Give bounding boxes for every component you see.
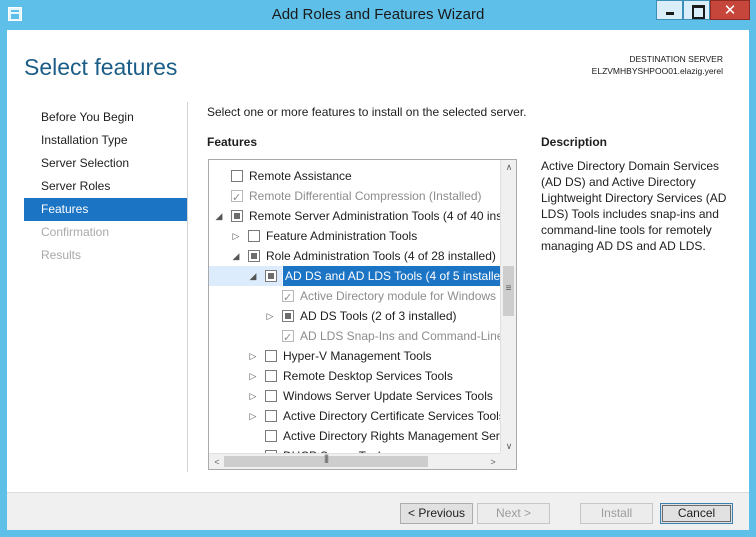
expand-arrow-icon[interactable]: ▷ [247, 346, 259, 366]
previous-button[interactable]: < Previous [400, 503, 473, 524]
expand-arrow-icon[interactable]: ▷ [247, 406, 259, 426]
nav-item-features[interactable]: Features [24, 198, 187, 221]
minimize-button[interactable] [656, 0, 683, 20]
cancel-button[interactable]: Cancel [660, 503, 733, 524]
feature-tree-item[interactable]: ◢ Role Administration Tools (4 of 28 inst… [209, 246, 501, 266]
feature-label: Role Administration Tools (4 of 28 insta… [266, 249, 496, 263]
feature-checkbox [282, 328, 294, 348]
feature-tree-item[interactable]: Remote Differential Compression (Install… [209, 186, 501, 208]
scrollbar-corner [500, 453, 516, 469]
feature-label: Active Directory Rights Management Servi… [283, 429, 515, 443]
scroll-right-icon[interactable]: > [485, 455, 501, 469]
destination-server-name: ELZVMHBYSHPOO01.elazig.yerel [591, 66, 723, 76]
feature-label: Active Directory module for Windows Po [300, 289, 515, 303]
feature-label: Windows Server Update Services Tools [283, 389, 493, 403]
feature-checkbox[interactable] [265, 350, 277, 362]
feature-checkbox[interactable] [248, 230, 260, 242]
feature-label: Remote Differential Compression (Install… [249, 189, 482, 203]
feature-checkbox [231, 188, 243, 208]
feature-label: AD LDS Snap-Ins and Command-Line To [300, 329, 517, 343]
wizard-body: Select features DESTINATION SERVER ELZVM… [7, 30, 749, 530]
feature-label: Remote Desktop Services Tools [283, 369, 453, 383]
button-bar: < Previous Next > Install Cancel [7, 492, 749, 530]
feature-checkbox[interactable] [265, 410, 277, 422]
feature-label: Active Directory Certificate Services To… [283, 409, 505, 423]
vertical-scroll-thumb[interactable] [503, 266, 514, 316]
feature-tree-item[interactable]: ▷ AD DS Tools (2 of 3 installed) [209, 306, 501, 326]
feature-label: Remote Assistance [249, 169, 352, 183]
window-title: Add Roles and Features Wizard [271, 6, 485, 23]
scroll-left-icon[interactable]: < [209, 455, 225, 469]
feature-label: Feature Administration Tools [266, 229, 418, 243]
collapse-arrow-icon[interactable]: ◢ [247, 266, 259, 286]
description-text: Active Directory Domain Services (AD DS)… [541, 159, 727, 253]
collapse-arrow-icon[interactable]: ◢ [230, 246, 242, 266]
feature-tree-item[interactable]: ▷ Hyper-V Management Tools [209, 346, 501, 366]
feature-tree-item[interactable]: Active Directory Rights Management Servi… [209, 426, 514, 446]
feature-checkbox[interactable] [231, 170, 243, 182]
nav-item-results: Results [41, 248, 82, 262]
nav-item-confirmation: Confirmation [41, 225, 110, 239]
feature-label: AD DS and AD LDS Tools (4 of 5 installed… [282, 265, 514, 287]
feature-checkbox[interactable] [231, 210, 243, 222]
horizontal-scrollbar[interactable]: < > [209, 453, 516, 469]
feature-checkbox[interactable] [265, 270, 277, 282]
feature-label: AD DS Tools (2 of 3 installed) [300, 309, 457, 323]
expand-arrow-icon[interactable]: ▷ [247, 386, 259, 406]
maximize-button[interactable] [683, 0, 710, 20]
nav-divider [187, 102, 188, 472]
feature-tree-item[interactable]: ▷ Active Directory Certificate Services T… [209, 406, 505, 426]
scroll-down-icon[interactable]: ∨ [501, 439, 516, 453]
feature-checkbox[interactable] [265, 430, 277, 442]
feature-tree-item[interactable]: ▷ Feature Administration Tools [209, 226, 501, 246]
feature-label: Hyper-V Management Tools [283, 349, 432, 363]
page-title: Select features [24, 54, 178, 80]
features-heading: Features [207, 135, 258, 149]
horizontal-scroll-thumb[interactable] [224, 453, 428, 467]
feature-checkbox [282, 288, 294, 308]
close-button[interactable]: ✕ [710, 0, 750, 20]
wizard-window: Add Roles and Features Wizard ✕ Select f… [0, 0, 756, 537]
feature-tree-item[interactable]: ◢ Remote Server Administration Tools (4 o… [209, 206, 515, 226]
feature-checkbox[interactable] [265, 370, 277, 382]
title-bar[interactable]: Add Roles and Features Wizard ✕ [0, 0, 756, 30]
wizard-steps-nav: Before You Begin Installation Type Server … [24, 106, 187, 267]
feature-tree-item[interactable]: Active Directory module for Windows Po [209, 286, 514, 308]
expand-arrow-icon[interactable]: ▷ [264, 306, 276, 326]
expand-arrow-icon[interactable]: ▷ [247, 366, 259, 386]
feature-checkbox[interactable] [248, 250, 260, 262]
scroll-up-icon[interactable]: ∧ [501, 160, 516, 174]
features-tree[interactable]: Remote Assistance Remote Differential Com… [208, 159, 517, 470]
next-button[interactable]: Next > [477, 503, 550, 524]
close-icon: ✕ [723, 2, 737, 19]
intro-text: Select one or more features to install o… [207, 105, 527, 119]
install-button[interactable]: Install [580, 503, 653, 524]
feature-checkbox[interactable] [265, 390, 277, 402]
feature-tree-item[interactable]: ▷ Remote Desktop Services Tools [209, 366, 501, 386]
feature-tree-item[interactable]: AD LDS Snap-Ins and Command-Line To [209, 326, 516, 348]
nav-item-before-you-begin[interactable]: Before You Begin [24, 106, 187, 129]
expand-arrow-icon[interactable]: ▷ [230, 226, 242, 246]
nav-item-installation-type[interactable]: Installation Type [24, 129, 187, 152]
feature-label: Remote Server Administration Tools (4 of… [249, 209, 515, 223]
description-heading: Description [541, 135, 608, 149]
destination-server-label: DESTINATION SERVER [629, 54, 723, 64]
nav-item-server-roles[interactable]: Server Roles [24, 175, 187, 198]
feature-checkbox[interactable] [282, 310, 294, 322]
vertical-scrollbar[interactable]: ∧ ∨ [500, 160, 516, 453]
collapse-arrow-icon[interactable]: ◢ [213, 206, 225, 226]
feature-tree-item[interactable]: Remote Assistance [209, 166, 501, 186]
nav-item-server-selection[interactable]: Server Selection [24, 152, 187, 175]
feature-tree-item[interactable]: ◢ AD DS and AD LDS Tools (4 of 5 installe… [209, 265, 514, 287]
feature-tree-item[interactable]: ▷ Windows Server Update Services Tools [209, 386, 501, 406]
